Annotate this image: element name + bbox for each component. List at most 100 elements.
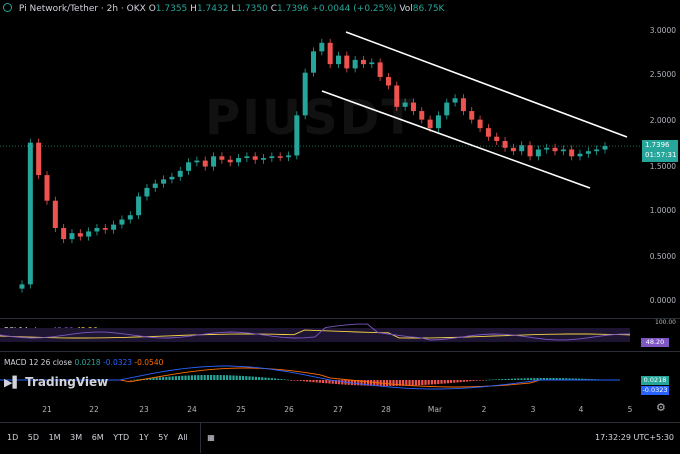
macd-histogram-bar	[171, 376, 174, 380]
high-label: H	[190, 4, 197, 14]
macd-histogram-bar	[485, 379, 488, 381]
tradingview-logo[interactable]: ▶▌ TradingView	[4, 375, 108, 389]
macd-histogram-bar	[158, 377, 161, 380]
calendar-icon[interactable]: ▦	[200, 423, 215, 453]
macd-histogram-bar	[526, 378, 529, 380]
time-tick: Mar	[427, 405, 443, 414]
macd-histogram-bar	[261, 377, 264, 380]
candle-body	[169, 176, 175, 180]
candle-body	[286, 155, 292, 158]
macd-histogram-bar	[478, 380, 481, 381]
time-tick: 5	[627, 405, 633, 414]
candle-body	[77, 233, 83, 237]
macd-histogram-bar	[206, 375, 209, 380]
macd-histogram-bar	[232, 375, 235, 380]
macd-histogram-bar	[530, 378, 533, 380]
macd-histogram-bar	[235, 375, 238, 380]
macd-histogram-bar	[277, 378, 280, 380]
price-tick: 1.0000	[649, 206, 676, 215]
candle-body	[435, 115, 441, 129]
candle-body	[302, 72, 308, 116]
candle-body	[385, 76, 391, 86]
macd-histogram-bar	[216, 375, 219, 380]
time-tick: 28	[381, 405, 391, 414]
candle-body	[161, 179, 167, 184]
candle-body	[227, 159, 233, 163]
macd-histogram-bar	[418, 380, 421, 386]
macd-histogram-bar	[430, 380, 433, 385]
pane-divider[interactable]	[0, 318, 680, 319]
macd-histogram-bar	[392, 380, 395, 386]
candle-body	[94, 228, 100, 232]
macd-histogram-bar	[523, 378, 526, 380]
symbol-title[interactable]: Pi Network/Tether · 2h · OKX	[19, 4, 146, 14]
candle-body	[360, 59, 366, 65]
timeframe-1m[interactable]: 1M	[49, 423, 61, 453]
macd-histogram-bar	[408, 380, 411, 386]
macd-histogram-bar	[226, 375, 229, 380]
macd-histogram-bar	[533, 378, 536, 380]
macd-histogram-bar	[254, 376, 257, 380]
macd-histogram-bar	[283, 379, 286, 380]
high-value: 1.7432	[196, 4, 229, 14]
macd-histogram-bar	[165, 376, 168, 380]
candle-body	[202, 160, 208, 167]
rsi-pane[interactable]: RSI 14 close 48.20 45.26 48.20	[0, 320, 669, 350]
macd-histogram-bar	[290, 380, 293, 381]
macd-histogram-bar	[238, 375, 241, 380]
time-axis[interactable]: 21 22 23 24 25 26 27 28 Mar 2 3 4 5	[0, 400, 640, 420]
macd-histogram-bar	[197, 375, 200, 380]
time-tick: 22	[89, 405, 99, 414]
macd-histogram-bar	[424, 380, 427, 385]
macd-histogram-bar	[322, 380, 325, 383]
candle-body	[219, 156, 225, 160]
close-value: 1.7396	[277, 4, 309, 14]
macd-histogram-bar	[184, 375, 187, 380]
candle-body	[111, 224, 117, 230]
timeframe-6m[interactable]: 6M	[92, 423, 104, 453]
macd-histogram-bar	[514, 378, 517, 380]
timeframe-1y[interactable]: 1Y	[139, 423, 149, 453]
timeframe-ytd[interactable]: YTD	[113, 423, 129, 453]
macd-histogram-bar	[293, 380, 296, 381]
macd-histogram-bar	[475, 380, 478, 381]
candle-body	[527, 145, 533, 157]
price-tick: 0.0000	[649, 296, 676, 305]
candle-body	[335, 55, 341, 65]
timeframe-3m[interactable]: 3M	[70, 423, 82, 453]
candle-body	[19, 284, 25, 289]
candle-body	[27, 142, 33, 285]
candle-body	[52, 200, 58, 229]
candle-body	[144, 187, 150, 197]
macd-histogram-bar	[472, 380, 475, 381]
macd-histogram-bar	[520, 378, 523, 380]
timeframe-5y[interactable]: 5Y	[158, 423, 168, 453]
candle-body	[410, 102, 416, 112]
candle-body	[261, 158, 267, 160]
macd-histogram-bar	[440, 380, 443, 384]
macd-histogram-bar	[453, 380, 456, 383]
candle-body	[452, 98, 458, 103]
timeframe-1d[interactable]: 1D	[7, 423, 18, 453]
macd-histogram-bar	[174, 376, 177, 380]
candle-body	[102, 228, 108, 230]
candle-body	[186, 162, 192, 171]
candle-body	[427, 119, 433, 129]
macd-histogram-bar	[395, 380, 398, 386]
macd-histogram-bar	[318, 380, 321, 383]
utc-clock[interactable]: 17:32:29 UTC+5:30	[595, 423, 674, 453]
candle-body	[377, 62, 383, 77]
gear-icon[interactable]: ⚙	[656, 402, 668, 414]
macd-histogram-bar	[133, 379, 136, 381]
volume-label: Vol	[399, 4, 413, 14]
candle-body	[252, 156, 258, 160]
chart-legend-header[interactable]: Pi Network/Tether · 2h · OKX O1.7355 H1.…	[0, 0, 640, 18]
macd-histogram-bar	[274, 378, 277, 380]
candle-body	[494, 136, 500, 141]
price-chart[interactable]	[0, 18, 640, 318]
timeframe-all[interactable]: All	[178, 423, 188, 453]
time-tick: 3	[530, 405, 536, 414]
timeframe-5d[interactable]: 5D	[28, 423, 39, 453]
rsi-plot	[0, 323, 631, 342]
macd-histogram-bar	[219, 375, 222, 380]
